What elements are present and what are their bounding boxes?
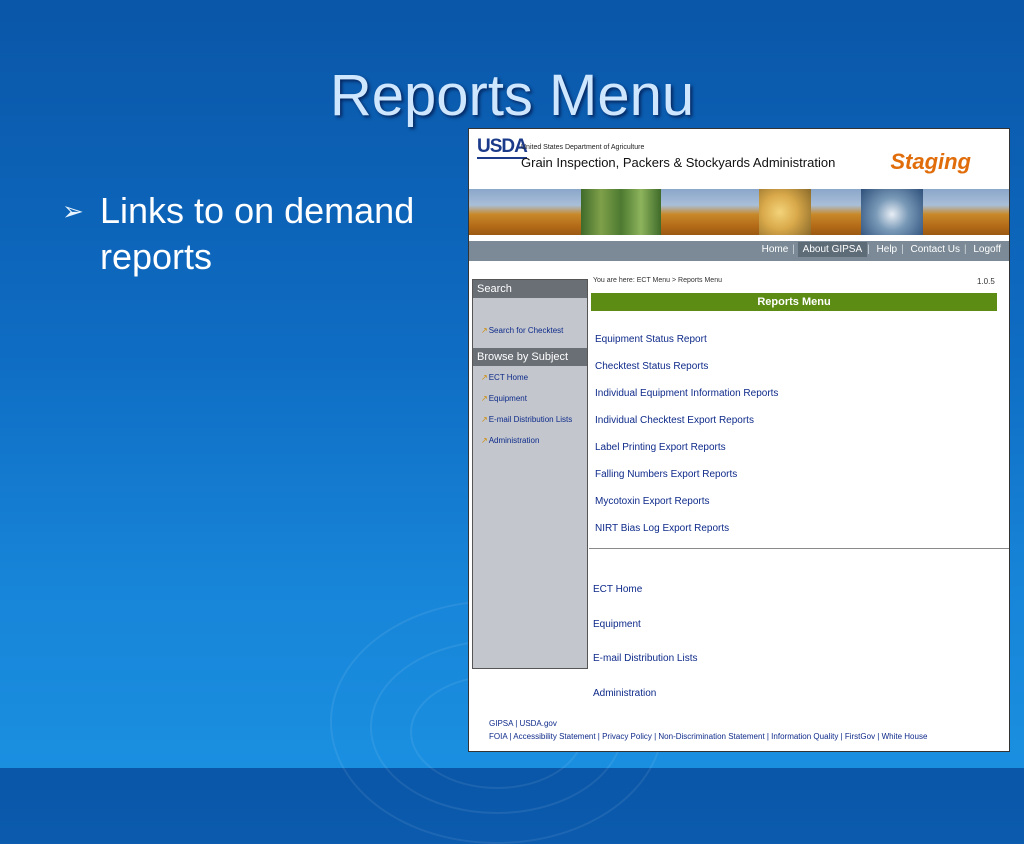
department-name: United States Department of Agriculture	[521, 144, 645, 151]
bullet-text: Links to on demand reports	[100, 190, 415, 277]
report-link[interactable]: Label Printing Export Reports	[595, 442, 726, 453]
grain-photo	[759, 189, 811, 235]
bottom-link-equipment[interactable]: Equipment	[593, 619, 641, 630]
sidebar-item-email-lists[interactable]: ↗E-mail Distribution Lists	[481, 415, 572, 424]
report-link[interactable]: Individual Equipment Information Reports	[595, 388, 778, 399]
nav-about-gipsa[interactable]: About GIPSA	[797, 242, 868, 257]
report-link[interactable]: Equipment Status Report	[595, 334, 707, 345]
corn-photo	[581, 189, 661, 235]
bullet-arrow-icon: ➢	[62, 196, 84, 226]
footer-links-primary[interactable]: GIPSA | USDA.gov	[489, 719, 557, 728]
report-link[interactable]: Mycotoxin Export Reports	[595, 496, 710, 507]
arrow-icon: ↗	[481, 415, 488, 424]
website-screenshot: USDA United States Department of Agricul…	[468, 128, 1010, 752]
nav-home[interactable]: Home	[758, 244, 793, 255]
site-header: USDA United States Department of Agricul…	[469, 129, 1009, 187]
footer-links-secondary[interactable]: FOIA | Accessibility Statement | Privacy…	[489, 732, 927, 741]
arrow-icon: ↗	[481, 326, 488, 335]
agency-name: Grain Inspection, Packers & Stockyards A…	[521, 155, 836, 170]
bullet-item: ➢ Links to on demand reports	[62, 188, 452, 280]
sidebar-item-administration[interactable]: ↗Administration	[481, 436, 539, 445]
lab-photo	[861, 189, 923, 235]
browse-heading: Browse by Subject	[473, 348, 587, 366]
search-for-checktest-link[interactable]: ↗Search for Checktest	[481, 326, 563, 335]
arrow-icon: ↗	[481, 436, 488, 445]
top-nav: Home | About GIPSA | Help | Contact Us | Log…	[469, 241, 1009, 261]
divider	[589, 548, 1009, 549]
usda-logo[interactable]: USDA	[477, 137, 528, 159]
header-banner-image	[469, 189, 1009, 235]
report-link[interactable]: Individual Checktest Export Reports	[595, 415, 754, 426]
bottom-link-email-lists[interactable]: E-mail Distribution Lists	[593, 653, 697, 664]
breadcrumb: You are here: ECT Menu > Reports Menu	[593, 277, 722, 284]
arrow-icon: ↗	[481, 373, 488, 382]
sidebar-item-equipment[interactable]: ↗Equipment	[481, 394, 527, 403]
nav-contact-us[interactable]: Contact Us	[907, 244, 964, 255]
sidebar: Search ↗Search for Checktest Browse by S…	[472, 279, 588, 669]
page-title: Reports Menu	[591, 293, 997, 311]
report-link[interactable]: NIRT Bias Log Export Reports	[595, 523, 729, 534]
environment-label: Staging	[890, 149, 971, 174]
report-link[interactable]: Checktest Status Reports	[595, 361, 708, 372]
slide-title: Reports Menu	[329, 63, 695, 128]
sidebar-item-ect-home[interactable]: ↗ECT Home	[481, 373, 528, 382]
nav-logoff[interactable]: Logoff	[969, 244, 1005, 255]
version-label: 1.0.5	[977, 277, 995, 286]
report-link[interactable]: Falling Numbers Export Reports	[595, 469, 737, 480]
search-heading: Search	[473, 280, 587, 298]
nav-help[interactable]: Help	[873, 244, 902, 255]
bottom-link-administration[interactable]: Administration	[593, 688, 656, 699]
arrow-icon: ↗	[481, 394, 488, 403]
bottom-link-ect-home[interactable]: ECT Home	[593, 584, 642, 595]
